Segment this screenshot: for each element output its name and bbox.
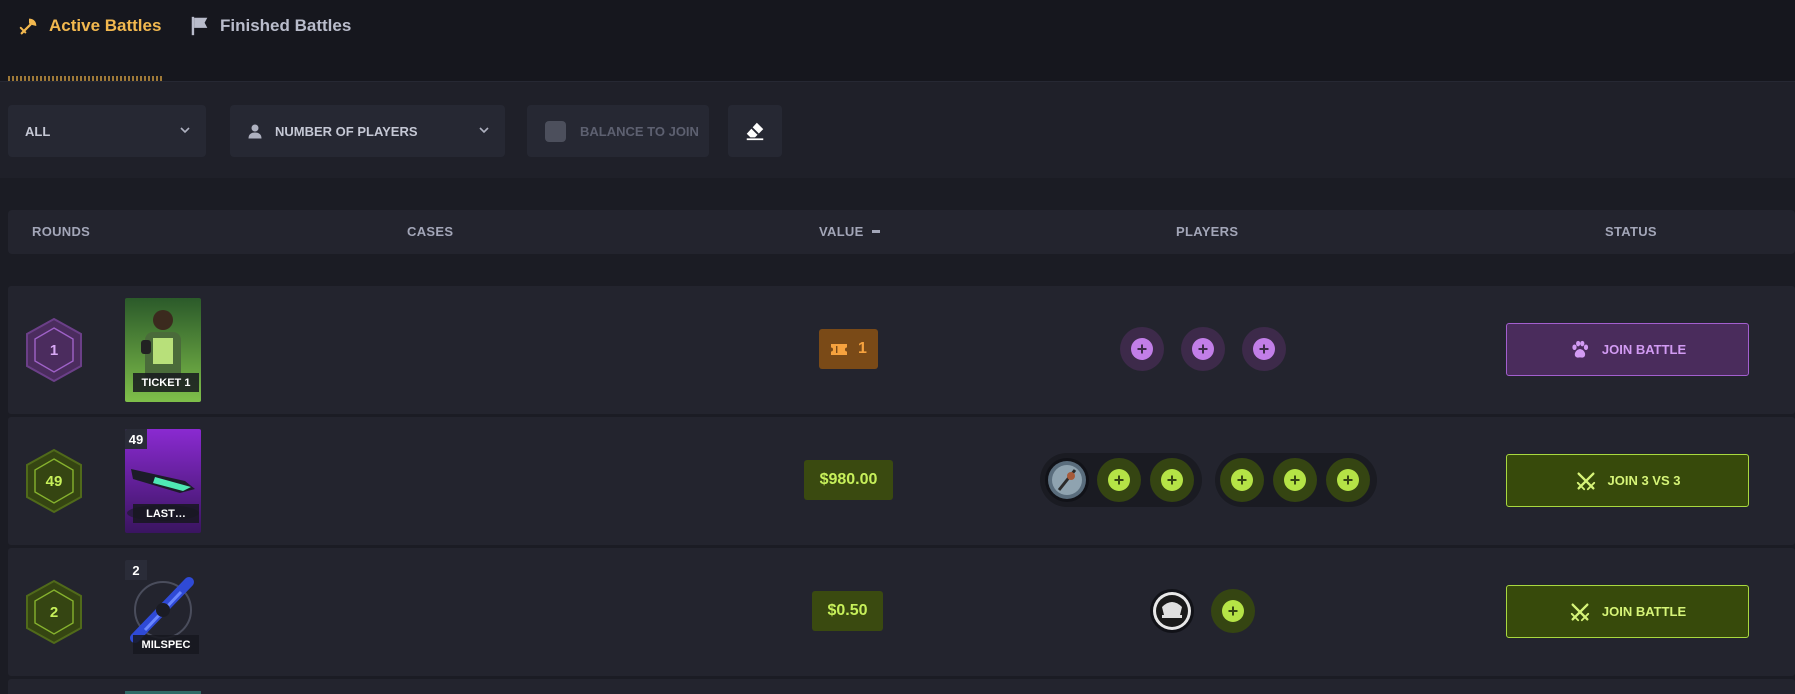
rounds-count: 2 bbox=[49, 603, 59, 621]
chevron-down-icon bbox=[180, 127, 190, 134]
crossed-swords-icon bbox=[1570, 602, 1590, 621]
join-battle-label: JOIN BATTLE bbox=[1601, 604, 1687, 619]
avatar-image bbox=[1048, 461, 1086, 499]
table-row[interactable]: 2 2 MILSPEC $0.50 JOIN BATTLE bbox=[8, 548, 1795, 676]
case-name: MILSPEC bbox=[133, 635, 199, 654]
balance-to-join-toggle[interactable]: BALANCE TO JOIN bbox=[527, 105, 709, 157]
table-row[interactable] bbox=[8, 679, 1795, 694]
header-status: STATUS bbox=[1605, 224, 1657, 239]
player-avatar[interactable] bbox=[1150, 589, 1194, 633]
value-badge: $980.00 bbox=[804, 460, 893, 500]
add-player-icon bbox=[1337, 469, 1359, 491]
balance-label: BALANCE TO JOIN bbox=[580, 123, 699, 139]
value-amount: $0.50 bbox=[827, 602, 868, 619]
header-value[interactable]: VALUE bbox=[819, 224, 880, 239]
case-quantity: 49 bbox=[125, 429, 147, 449]
eraser-icon bbox=[746, 122, 764, 141]
header-cases: CASES bbox=[407, 224, 454, 239]
header-players: PLAYERS bbox=[1176, 224, 1239, 239]
join-battle-button[interactable]: JOIN BATTLE bbox=[1506, 323, 1749, 376]
header-value-label: VALUE bbox=[819, 224, 864, 239]
balance-checkbox[interactable] bbox=[545, 120, 566, 142]
tab-finished-label: Finished Battles bbox=[220, 16, 352, 35]
join-battle-label: JOIN BATTLE bbox=[1601, 342, 1687, 357]
mode-select-value: ALL bbox=[25, 123, 51, 139]
case-card[interactable]: 49 LAST… bbox=[125, 429, 201, 533]
filter-bar: ALL NUMBER OF PLAYERS BALANCE TO JOIN bbox=[0, 82, 1795, 178]
table-row[interactable]: 49 49 LAST… $980.00 JOIN 3 VS 3 bbox=[8, 417, 1795, 545]
players-select[interactable]: NUMBER OF PLAYERS bbox=[230, 105, 505, 157]
case-name: TICKET 1 bbox=[133, 373, 199, 392]
sort-indicator-icon bbox=[871, 230, 880, 233]
rounds-count: 49 bbox=[45, 472, 63, 490]
crossed-swords-icon bbox=[1576, 471, 1595, 490]
chevron-down-icon bbox=[479, 127, 489, 134]
empty-player-slot[interactable] bbox=[1326, 458, 1370, 502]
add-player-icon bbox=[1253, 338, 1275, 360]
person-icon bbox=[248, 124, 262, 139]
case-quantity: 2 bbox=[125, 560, 147, 580]
header-rounds: ROUNDS bbox=[32, 224, 91, 239]
tab-active-battles[interactable]: Active Battles bbox=[18, 13, 161, 39]
empty-player-slot[interactable] bbox=[1120, 327, 1164, 371]
empty-player-slot[interactable] bbox=[1211, 589, 1255, 633]
value-amount: 1 bbox=[858, 340, 867, 357]
flag-icon bbox=[191, 16, 208, 36]
ticket-icon bbox=[831, 343, 848, 355]
add-player-icon bbox=[1231, 469, 1253, 491]
empty-player-slot[interactable] bbox=[1220, 458, 1264, 502]
battles-table-header: ROUNDS CASES VALUE PLAYERS STATUS bbox=[8, 210, 1795, 254]
paw-icon bbox=[1572, 340, 1588, 358]
swords-icon bbox=[19, 18, 37, 35]
player-avatar[interactable] bbox=[1045, 458, 1089, 502]
tab-active-label: Active Battles bbox=[49, 16, 162, 35]
clear-filters-button[interactable] bbox=[728, 105, 782, 157]
empty-player-slot[interactable] bbox=[1150, 458, 1194, 502]
add-player-icon bbox=[1108, 469, 1130, 491]
add-player-icon bbox=[1161, 469, 1183, 491]
join-3v3-button[interactable]: JOIN 3 VS 3 bbox=[1506, 454, 1749, 507]
mode-select[interactable]: ALL bbox=[8, 105, 206, 157]
tab-finished-battles[interactable]: Finished Battles bbox=[189, 13, 351, 39]
empty-player-slot[interactable] bbox=[1273, 458, 1317, 502]
battle-tabs-bar: Active Battles Finished Battles bbox=[0, 0, 1795, 82]
add-player-icon bbox=[1131, 338, 1153, 360]
table-row[interactable]: 1 TICKET 1 1 JOIN BATTLE bbox=[8, 286, 1795, 414]
case-card[interactable]: TICKET 1 bbox=[125, 298, 201, 402]
value-badge: 1 bbox=[819, 329, 878, 369]
rounds-count: 1 bbox=[49, 341, 59, 359]
add-player-icon bbox=[1284, 469, 1306, 491]
empty-player-slot[interactable] bbox=[1097, 458, 1141, 502]
spacer bbox=[0, 178, 1795, 210]
active-tab-indicator bbox=[8, 76, 162, 81]
join-3v3-label: JOIN 3 VS 3 bbox=[1607, 473, 1681, 488]
case-name: LAST… bbox=[133, 504, 199, 523]
value-amount: $980.00 bbox=[819, 471, 878, 488]
avatar-image bbox=[1153, 592, 1191, 630]
empty-player-slot[interactable] bbox=[1242, 327, 1286, 371]
value-badge: $0.50 bbox=[812, 591, 883, 631]
join-battle-button[interactable]: JOIN BATTLE bbox=[1506, 585, 1749, 638]
add-player-icon bbox=[1222, 600, 1244, 622]
case-card[interactable]: 2 MILSPEC bbox=[125, 560, 201, 664]
players-select-value: NUMBER OF PLAYERS bbox=[275, 123, 418, 139]
add-player-icon bbox=[1192, 338, 1214, 360]
empty-player-slot[interactable] bbox=[1181, 327, 1225, 371]
